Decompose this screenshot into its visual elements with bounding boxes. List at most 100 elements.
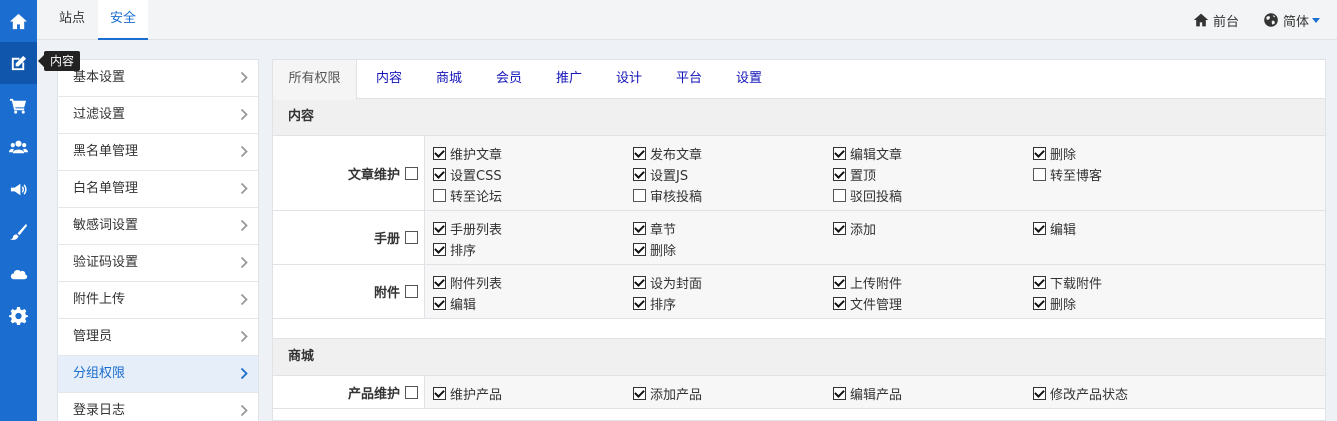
permission-checkbox[interactable] [433, 168, 446, 181]
submenu-item[interactable]: 附件上传 [58, 282, 258, 319]
rail-members[interactable] [0, 126, 37, 168]
group-checkbox[interactable] [405, 166, 418, 180]
permission-item[interactable]: 修改产品状态 [1029, 383, 1229, 404]
permission-checkbox[interactable] [1033, 147, 1046, 160]
permission-checkbox[interactable] [833, 387, 846, 400]
permission-checkbox[interactable] [1033, 222, 1046, 235]
permission-tab[interactable]: 推广 [556, 60, 582, 99]
permission-checkbox[interactable] [633, 297, 646, 310]
permission-item[interactable]: 维护产品 [429, 383, 629, 404]
permission-item[interactable]: 附件列表 [429, 272, 629, 293]
permission-item[interactable]: 删除 [629, 239, 829, 260]
permission-checkbox[interactable] [833, 189, 846, 202]
submenu-item[interactable]: 过滤设置 [58, 97, 258, 134]
permission-tab[interactable]: 设计 [616, 60, 642, 99]
permission-checkbox[interactable] [633, 147, 646, 160]
submenu-item[interactable]: 管理员 [58, 319, 258, 356]
permission-item[interactable]: 设置CSS [429, 164, 629, 185]
permission-checkbox[interactable] [633, 222, 646, 235]
permission-checkbox[interactable] [433, 276, 446, 289]
permission-tab[interactable]: 商城 [436, 60, 462, 99]
permission-checkbox[interactable] [633, 168, 646, 181]
permission-item[interactable]: 置顶 [829, 164, 1029, 185]
rail-platform[interactable] [0, 252, 37, 294]
submenu-item[interactable]: 敏感词设置 [58, 208, 258, 245]
submenu-item[interactable]: 验证码设置 [58, 245, 258, 282]
permission-checkbox[interactable] [833, 276, 846, 289]
top-tab-site[interactable]: 站点 [47, 0, 97, 40]
rail-promote[interactable] [0, 168, 37, 210]
submenu-item[interactable]: 基本设置 [58, 60, 258, 97]
permission-item[interactable]: 转至论坛 [429, 185, 629, 206]
permission-tab[interactable]: 会员 [496, 60, 522, 99]
top-tab-security[interactable]: 安全 [98, 0, 148, 40]
rail-home[interactable] [0, 0, 37, 42]
permission-label: 设置JS [650, 169, 689, 184]
permission-tab[interactable]: 所有权限 [273, 60, 357, 100]
submenu-item[interactable]: 登录日志 [58, 393, 258, 421]
permission-item[interactable]: 编辑 [429, 293, 629, 314]
permission-checkbox[interactable] [1033, 168, 1046, 181]
submenu-item[interactable]: 分组权限 [58, 356, 258, 393]
permission-item[interactable]: 设为封面 [629, 272, 829, 293]
permission-label: 编辑文章 [850, 148, 903, 163]
permission-checkbox[interactable] [433, 297, 446, 310]
permission-checkbox[interactable] [433, 147, 446, 160]
rail-content[interactable] [0, 42, 37, 84]
permission-tab[interactable]: 设置 [736, 60, 762, 99]
permission-item[interactable]: 编辑文章 [829, 143, 1029, 164]
permission-item[interactable]: 审核投稿 [629, 185, 829, 206]
permission-checkbox[interactable] [633, 276, 646, 289]
permission-list: 维护产品 添加产品 编辑产品 修改产品状态 [425, 376, 1325, 408]
permission-checkbox[interactable] [1033, 387, 1046, 400]
permission-checkbox[interactable] [833, 168, 846, 181]
permission-checkbox[interactable] [633, 243, 646, 256]
permission-checkbox[interactable] [433, 243, 446, 256]
permission-checkbox[interactable] [633, 387, 646, 400]
permission-item[interactable]: 添加 [829, 218, 1029, 239]
permission-item[interactable]: 手册列表 [429, 218, 629, 239]
permission-item[interactable]: 删除 [1029, 143, 1229, 164]
permission-item[interactable]: 删除 [1029, 293, 1229, 314]
submenu-item-label: 基本设置 [73, 70, 126, 85]
permission-item[interactable]: 编辑 [1029, 218, 1229, 239]
permission-checkbox[interactable] [433, 222, 446, 235]
permission-item[interactable]: 排序 [629, 293, 829, 314]
rail-design[interactable] [0, 210, 37, 252]
frontend-link[interactable]: 前台 [1193, 0, 1239, 40]
group-checkbox[interactable] [405, 285, 418, 298]
permission-item[interactable]: 转至博客 [1029, 164, 1229, 185]
permission-checkbox[interactable] [633, 189, 646, 202]
permission-item[interactable]: 排序 [429, 239, 629, 260]
permission-item[interactable]: 文件管理 [829, 293, 1029, 314]
permission-checkbox[interactable] [433, 387, 446, 400]
permission-item[interactable]: 编辑产品 [829, 383, 1029, 404]
permission-list: 手册列表 章节 添加 编辑排序 删除 [425, 211, 1325, 264]
permission-item[interactable]: 上传附件 [829, 272, 1029, 293]
permission-item[interactable]: 下载附件 [1029, 272, 1229, 293]
group-checkbox[interactable] [405, 231, 418, 244]
rail-settings[interactable] [0, 294, 37, 336]
permission-item[interactable]: 维护文章 [429, 143, 629, 164]
permission-item[interactable]: 驳回投稿 [829, 185, 1029, 206]
rail-shop[interactable] [0, 84, 37, 126]
permission-checkbox[interactable] [1033, 276, 1046, 289]
permission-tab[interactable]: 内容 [376, 60, 402, 99]
permission-item[interactable]: 发布文章 [629, 143, 829, 164]
submenu-item[interactable]: 黑名单管理 [58, 134, 258, 171]
cloud-icon [10, 269, 28, 279]
submenu-item[interactable]: 白名单管理 [58, 171, 258, 208]
permission-item[interactable]: 章节 [629, 218, 829, 239]
permission-label: 审核投稿 [650, 190, 703, 205]
permission-tab[interactable]: 平台 [676, 60, 702, 99]
group-checkbox[interactable] [405, 385, 418, 399]
permission-checkbox[interactable] [1033, 297, 1046, 310]
language-dropdown[interactable]: 简体 [1263, 0, 1321, 40]
permission-item[interactable]: 添加产品 [629, 383, 829, 404]
permission-checkbox[interactable] [833, 222, 846, 235]
permission-checkbox[interactable] [833, 147, 846, 160]
permission-checkbox[interactable] [433, 189, 446, 202]
megaphone-icon [10, 183, 27, 195]
permission-checkbox[interactable] [833, 297, 846, 310]
permission-item[interactable]: 设置JS [629, 164, 829, 185]
